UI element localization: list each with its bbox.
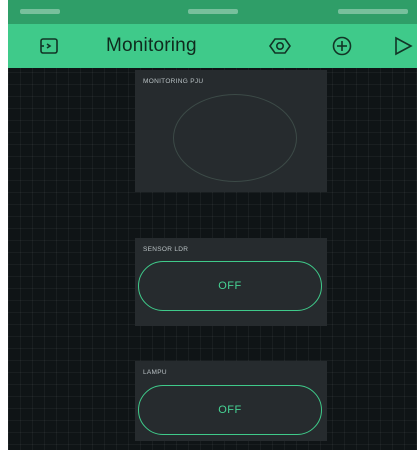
gauge-ring [173, 94, 297, 182]
add-widget-icon[interactable] [331, 35, 353, 57]
app-screen: Monitoring MONITORING PJU SENSOR LDR OFF… [8, 0, 417, 450]
lampu-toggle-button[interactable]: OFF [138, 385, 322, 435]
lampu-button-label: OFF [218, 404, 242, 416]
gauge-widget-label: MONITORING PJU [143, 78, 204, 85]
play-icon[interactable] [392, 35, 414, 57]
sensor-ldr-button-label: OFF [218, 280, 242, 292]
sensor-ldr-widget: SENSOR LDR OFF [135, 238, 327, 326]
status-clock-icon [188, 9, 238, 14]
lampu-widget: LAMPU OFF [135, 361, 327, 441]
sensor-ldr-label: SENSOR LDR [143, 246, 189, 253]
lampu-label: LAMPU [143, 369, 167, 376]
sensor-ldr-toggle-button[interactable]: OFF [138, 261, 322, 311]
status-bar [8, 0, 417, 24]
status-signal-icon [20, 9, 60, 14]
toolbar: Monitoring [8, 24, 417, 68]
status-battery-icon [338, 9, 408, 14]
settings-icon[interactable] [269, 35, 291, 57]
gauge-widget[interactable]: MONITORING PJU [135, 70, 327, 192]
page-title: Monitoring [106, 35, 197, 56]
project-icon[interactable] [38, 35, 60, 57]
